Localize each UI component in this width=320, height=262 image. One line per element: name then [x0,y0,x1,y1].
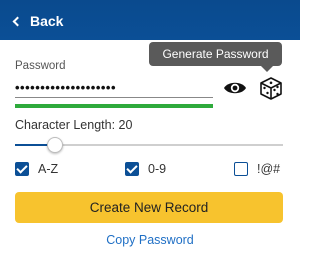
slider-thumb[interactable] [47,137,64,153]
password-label: Password [15,60,66,72]
character-length-slider[interactable] [15,135,283,155]
tooltip-text: Generate Password [162,47,269,61]
numbers-checkbox[interactable] [125,162,139,176]
password-underline [15,97,213,98]
back-button[interactable]: Back [12,11,64,31]
uppercase-label: A-Z [38,162,59,176]
option-uppercase[interactable]: A-Z [15,160,58,178]
chevron-left-icon [12,16,23,26]
back-label: Back [30,13,64,29]
password-strength-bar [15,104,213,108]
password-strength-fill [15,104,213,108]
tooltip-arrow [261,66,273,72]
uppercase-checkbox[interactable] [15,162,29,176]
copy-password-link[interactable]: Copy Password [0,233,300,247]
generate-password-tooltip: Generate Password [149,42,282,72]
numbers-label: 0-9 [148,162,167,176]
option-symbols[interactable]: !@# [234,160,280,178]
eye-icon[interactable] [223,78,247,98]
character-length-label: Character Length: 20 [15,118,133,132]
dice-icon[interactable] [258,75,284,101]
symbols-checkbox[interactable] [234,162,248,176]
create-new-record-button[interactable]: Create New Record [15,192,283,223]
symbols-label: !@# [257,162,281,176]
option-numbers[interactable]: 0-9 [125,160,166,178]
password-value: •••••••••••••••••••• [15,80,117,95]
header-bar: Back [0,0,300,40]
password-generator-panel: Back Generate Password Password ••••••••… [0,0,300,262]
